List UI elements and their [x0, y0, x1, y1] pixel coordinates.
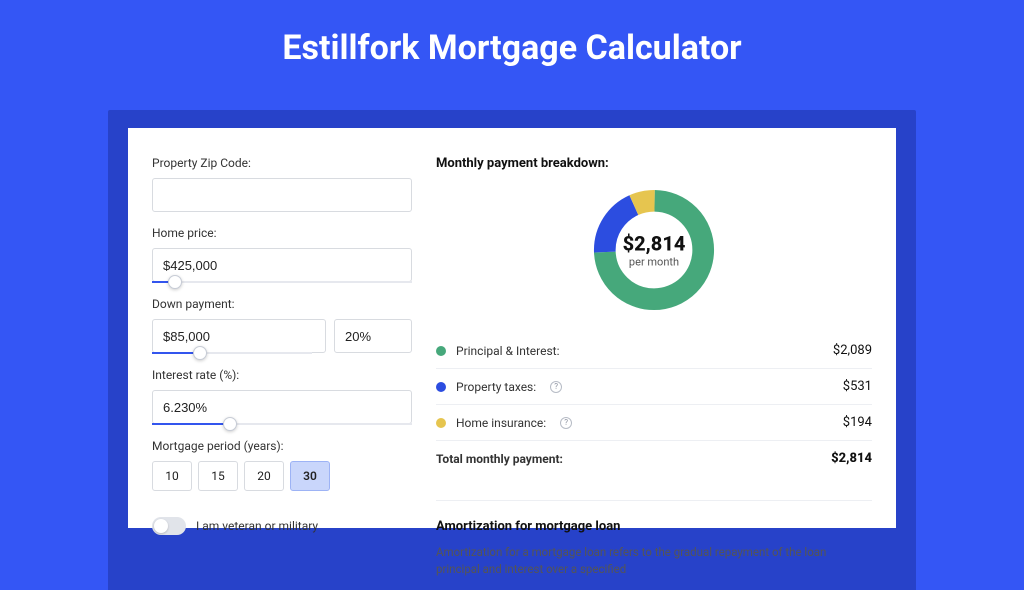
rate-slider-thumb[interactable] [223, 417, 237, 431]
amortization-text: Amortization for a mortgage loan refers … [436, 544, 872, 579]
down-payment-label: Down payment: [152, 297, 412, 311]
line-taxes-value: $531 [843, 379, 872, 394]
inputs-panel: Property Zip Code: Home price: Down paym… [152, 156, 412, 500]
down-payment-slider[interactable] [152, 352, 312, 354]
dot-blue-icon [436, 382, 446, 392]
down-payment-pct-input[interactable] [334, 319, 412, 353]
period-buttons: 10 15 20 30 [152, 461, 412, 491]
veteran-toggle-knob [154, 519, 168, 533]
period-btn-20[interactable]: 20 [244, 461, 284, 491]
line-insurance: Home insurance: ? $194 [436, 405, 872, 441]
breakdown-title: Monthly payment breakdown: [436, 156, 872, 171]
zip-field: Property Zip Code: [152, 156, 412, 212]
dot-green-icon [436, 346, 446, 356]
line-total-value: $2,814 [831, 451, 872, 466]
rate-label: Interest rate (%): [152, 368, 412, 382]
line-total-label: Total monthly payment: [436, 452, 563, 466]
home-price-field: Home price: [152, 226, 412, 283]
donut-amount: $2,814 [623, 232, 686, 256]
line-taxes-label: Property taxes: [456, 380, 536, 394]
veteran-label: I am veteran or military [196, 519, 318, 533]
page-title: Estillfork Mortgage Calculator [0, 0, 1024, 88]
home-price-label: Home price: [152, 226, 412, 240]
home-price-slider-thumb[interactable] [168, 275, 182, 289]
info-icon[interactable]: ? [550, 381, 562, 393]
veteran-toggle[interactable] [152, 517, 186, 535]
period-label: Mortgage period (years): [152, 439, 412, 453]
line-total: Total monthly payment: $2,814 [436, 441, 872, 476]
line-taxes: Property taxes: ? $531 [436, 369, 872, 405]
donut-center: $2,814 per month [623, 232, 686, 269]
line-insurance-value: $194 [843, 415, 872, 430]
home-price-slider[interactable] [152, 281, 412, 283]
period-btn-15[interactable]: 15 [198, 461, 238, 491]
down-payment-field: Down payment: [152, 297, 412, 354]
down-payment-slider-thumb[interactable] [193, 346, 207, 360]
rate-input[interactable] [152, 390, 412, 424]
period-field: Mortgage period (years): 10 15 20 30 [152, 439, 412, 491]
line-principal-value: $2,089 [833, 343, 872, 358]
home-price-input[interactable] [152, 248, 412, 282]
zip-input[interactable] [152, 178, 412, 212]
period-btn-30[interactable]: 30 [290, 461, 330, 491]
donut-sub: per month [623, 256, 686, 269]
dot-yellow-icon [436, 418, 446, 428]
donut-chart: $2,814 per month [436, 185, 872, 315]
rate-slider[interactable] [152, 423, 412, 425]
line-insurance-label: Home insurance: [456, 416, 546, 430]
period-btn-10[interactable]: 10 [152, 461, 192, 491]
line-principal: Principal & Interest: $2,089 [436, 333, 872, 369]
line-principal-label: Principal & Interest: [456, 344, 560, 358]
amortization-title: Amortization for mortgage loan [436, 519, 872, 534]
zip-label: Property Zip Code: [152, 156, 412, 170]
breakdown-panel: Monthly payment breakdown: $2,814 per mo… [436, 156, 872, 500]
info-icon[interactable]: ? [560, 417, 572, 429]
down-payment-input[interactable] [152, 319, 326, 353]
rate-field: Interest rate (%): [152, 368, 412, 425]
calculator-card: Property Zip Code: Home price: Down paym… [128, 128, 896, 528]
veteran-row: I am veteran or military [152, 517, 412, 535]
